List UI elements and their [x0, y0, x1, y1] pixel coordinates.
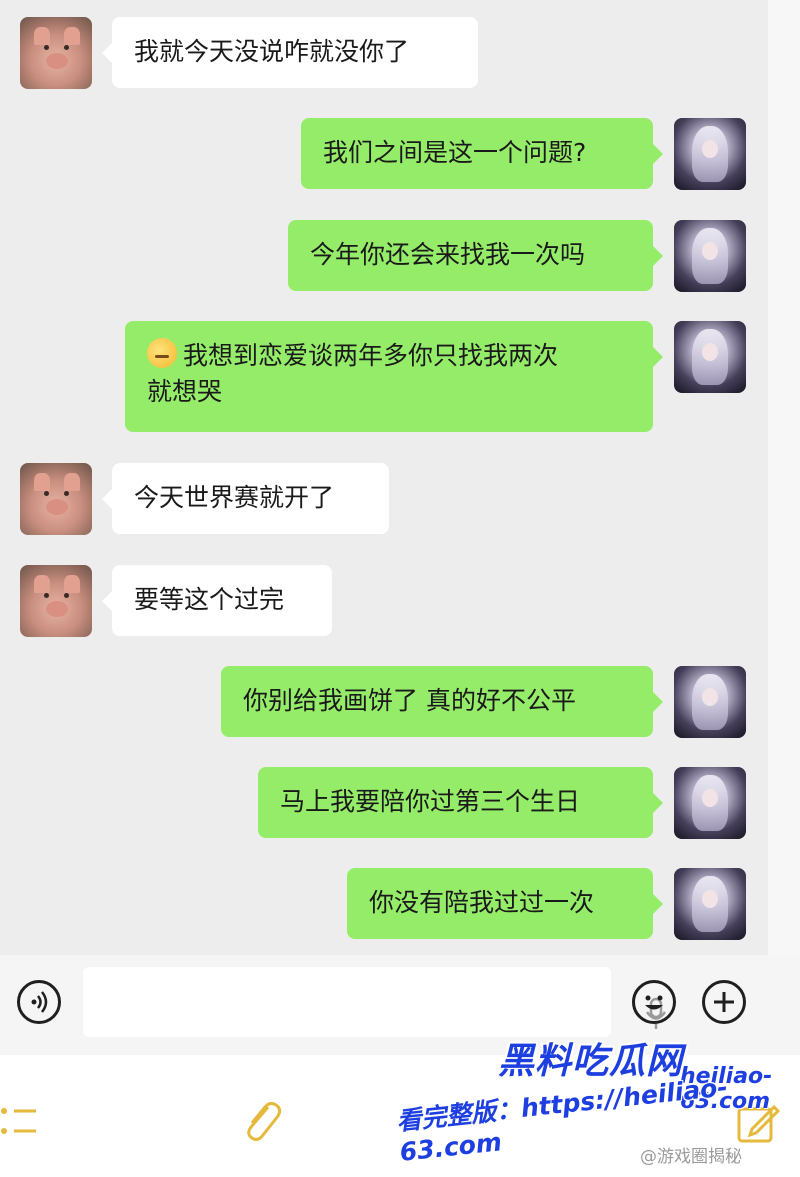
anime-girl-avatar[interactable] [674, 220, 746, 292]
message-text: 今年你还会来找我一次吗 [310, 240, 586, 269]
anime-girl-avatar[interactable] [674, 666, 746, 738]
message-bubble-incoming[interactable]: 我就今天没说咋就没你了 [102, 17, 478, 88]
plus-icon[interactable] [702, 980, 746, 1024]
scroll-gutter [768, 0, 800, 955]
message-bubble-outgoing[interactable]: 你没有陪我过过一次 [347, 868, 663, 939]
message-text: 你别给我画饼了 真的好不公平 [243, 686, 576, 715]
pig-avatar[interactable] [20, 565, 92, 637]
weibo-handle: @游戏圈揭秘 [640, 1147, 742, 1167]
anime-girl-avatar[interactable] [674, 321, 746, 393]
message-bubble-incoming[interactable]: 要等这个过完 [102, 565, 332, 636]
anime-girl-avatar[interactable] [674, 118, 746, 190]
message-bubble-outgoing[interactable]: 马上我要陪你过第三个生日 [258, 767, 663, 838]
anime-girl-avatar[interactable] [674, 767, 746, 839]
message-text: 你没有陪我过过一次 [369, 888, 595, 917]
pensive-face-emoji [147, 338, 177, 368]
anime-girl-avatar[interactable] [674, 868, 746, 940]
chat-area: 我就今天没说咋就没你了 我们之间是这一个问题? 今年你还会来找我一次吗 我想到恋… [0, 0, 768, 955]
message-text: 要等这个过完 [134, 585, 285, 614]
message-bubble-outgoing[interactable]: 今年你还会来找我一次吗 [288, 220, 663, 291]
message-text: 我想到恋爱谈两年多你只找我两次 就想哭 [147, 341, 559, 406]
list-icon[interactable] [0, 1099, 40, 1143]
message-text: 我们之间是这一个问题? [323, 138, 587, 167]
message-bubble-outgoing[interactable]: 我想到恋爱谈两年多你只找我两次 就想哭 [125, 321, 663, 432]
attachment-icon[interactable] [238, 1097, 284, 1145]
voice-icon[interactable] [17, 980, 61, 1024]
message-text: 今天世界赛就开了 [134, 483, 335, 512]
message-bubble-outgoing[interactable]: 你别给我画饼了 真的好不公平 [221, 666, 663, 737]
message-input[interactable] [83, 967, 667, 1037]
message-text: 马上我要陪你过第三个生日 [280, 787, 581, 816]
pig-avatar[interactable] [20, 17, 92, 89]
emoji-icon[interactable] [632, 980, 676, 1024]
message-text: 我就今天没说咋就没你了 [134, 37, 410, 66]
pig-avatar[interactable] [20, 463, 92, 535]
message-bubble-incoming[interactable]: 今天世界赛就开了 [102, 463, 389, 534]
message-bubble-outgoing[interactable]: 我们之间是这一个问题? [301, 118, 663, 189]
